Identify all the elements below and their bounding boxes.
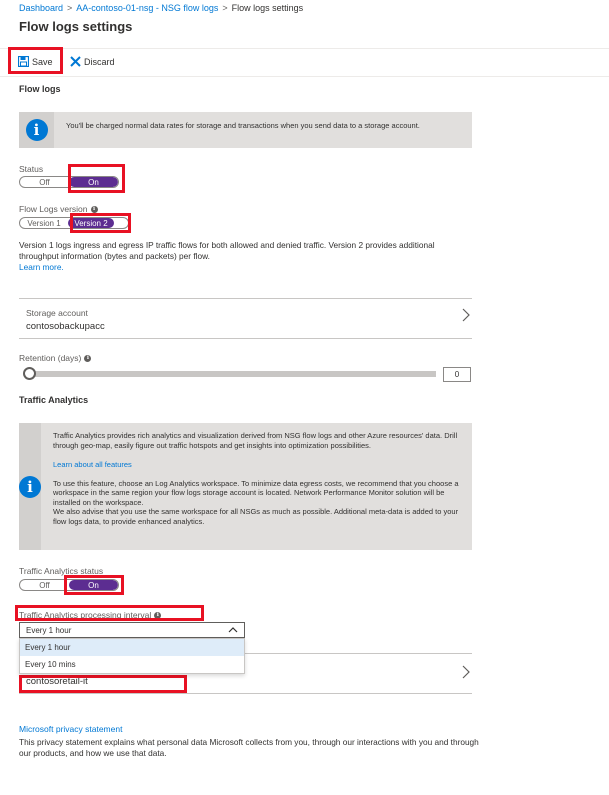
version-1-option[interactable]: Version 1 (20, 218, 68, 228)
interval-dropdown[interactable]: Every 1 hour (19, 622, 245, 638)
status-on[interactable]: On (69, 177, 118, 187)
interval-label: Traffic Analytics processing interval i (19, 610, 162, 620)
info-icon[interactable]: i (154, 612, 162, 620)
breadcrumb-nsg-flow-logs[interactable]: AA-contoso-01-nsg - NSG flow logs (76, 3, 218, 13)
info-strip: i (19, 112, 54, 148)
toolbar-divider (0, 76, 609, 77)
discard-icon (70, 55, 81, 69)
toolbar-divider (0, 48, 609, 49)
version-description: Version 1 logs ingress and egress IP tra… (19, 240, 469, 273)
workspace-value: contosoretail-it (26, 676, 88, 687)
ta-status-on[interactable]: On (69, 580, 118, 590)
traffic-analytics-heading: Traffic Analytics (19, 395, 89, 405)
version-label: Flow Logs version i (19, 204, 98, 214)
breadcrumb-separator: > (67, 3, 73, 13)
interval-option-10-mins[interactable]: Every 10 mins (20, 656, 244, 673)
storage-account-value: contosobackupacc (26, 321, 105, 332)
info-icon: i (25, 119, 48, 141)
storage-charge-info: i You'll be charged normal data rates fo… (19, 112, 472, 148)
storage-charge-text: You'll be charged normal data rates for … (66, 121, 420, 130)
privacy-statement-link[interactable]: Microsoft privacy statement (19, 724, 122, 734)
status-label: Status (19, 164, 44, 174)
ta-info-paragraph-1: Traffic Analytics provides rich analytic… (53, 431, 458, 450)
storage-account-picker[interactable]: Storage account contosobackupacc (19, 298, 472, 339)
version-toggle[interactable]: Version 1 Version 2 (19, 217, 129, 229)
save-icon (17, 55, 30, 69)
info-icon: i (19, 475, 41, 498)
page-title: Flow logs settings (19, 19, 133, 34)
storage-account-label: Storage account (26, 308, 88, 318)
version-description-text: Version 1 logs ingress and egress IP tra… (19, 240, 435, 261)
retention-slider-thumb[interactable] (23, 367, 36, 380)
interval-options-list: Every 1 hour Every 10 mins (19, 638, 245, 674)
discard-label: Discard (84, 57, 115, 67)
ta-status-label: Traffic Analytics status (19, 566, 104, 576)
ta-status-off[interactable]: Off (20, 580, 69, 590)
retention-slider-track[interactable] (26, 371, 436, 377)
ta-status-toggle[interactable]: Off On (19, 579, 119, 591)
status-off[interactable]: Off (20, 177, 69, 187)
chevron-up-icon (228, 626, 238, 635)
interval-option-1-hour[interactable]: Every 1 hour (20, 639, 244, 656)
breadcrumb-current: Flow logs settings (231, 3, 304, 13)
chevron-right-icon (462, 308, 470, 325)
info-icon[interactable]: i (90, 206, 98, 214)
breadcrumb-separator: > (222, 3, 228, 13)
learn-about-features-link[interactable]: Learn about all features (53, 460, 462, 470)
learn-more-link[interactable]: Learn more. (19, 262, 64, 272)
version-2-option[interactable]: Version 2 (68, 218, 114, 228)
ta-info-paragraph-2: To use this feature, choose an Log Analy… (53, 478, 459, 507)
retention-label: Retention (days) i (19, 353, 92, 363)
chevron-right-icon (462, 665, 470, 682)
discard-button[interactable]: Discard (70, 54, 115, 70)
info-strip: i (19, 423, 41, 550)
retention-label-text: Retention (days) (19, 353, 82, 363)
interval-selected: Every 1 hour (26, 625, 72, 635)
retention-input[interactable]: 0 (443, 367, 471, 382)
flow-logs-heading: Flow logs (19, 84, 61, 94)
ta-info-paragraph-3: We also advise that you use the same wor… (53, 507, 459, 526)
status-toggle[interactable]: Off On (19, 176, 119, 188)
breadcrumb-dashboard[interactable]: Dashboard (19, 3, 63, 13)
version-label-text: Flow Logs version (19, 204, 88, 214)
traffic-analytics-info-text: Traffic Analytics provides rich analytic… (41, 423, 472, 550)
save-button[interactable]: Save (17, 54, 53, 70)
info-icon[interactable]: i (84, 355, 92, 363)
interval-label-text: Traffic Analytics processing interval (19, 610, 152, 620)
privacy-text: This privacy statement explains what per… (19, 737, 479, 758)
save-label: Save (32, 57, 53, 67)
breadcrumb: Dashboard > AA-contoso-01-nsg - NSG flow l… (19, 3, 303, 13)
traffic-analytics-info: i Traffic Analytics provides rich analyt… (19, 423, 472, 550)
